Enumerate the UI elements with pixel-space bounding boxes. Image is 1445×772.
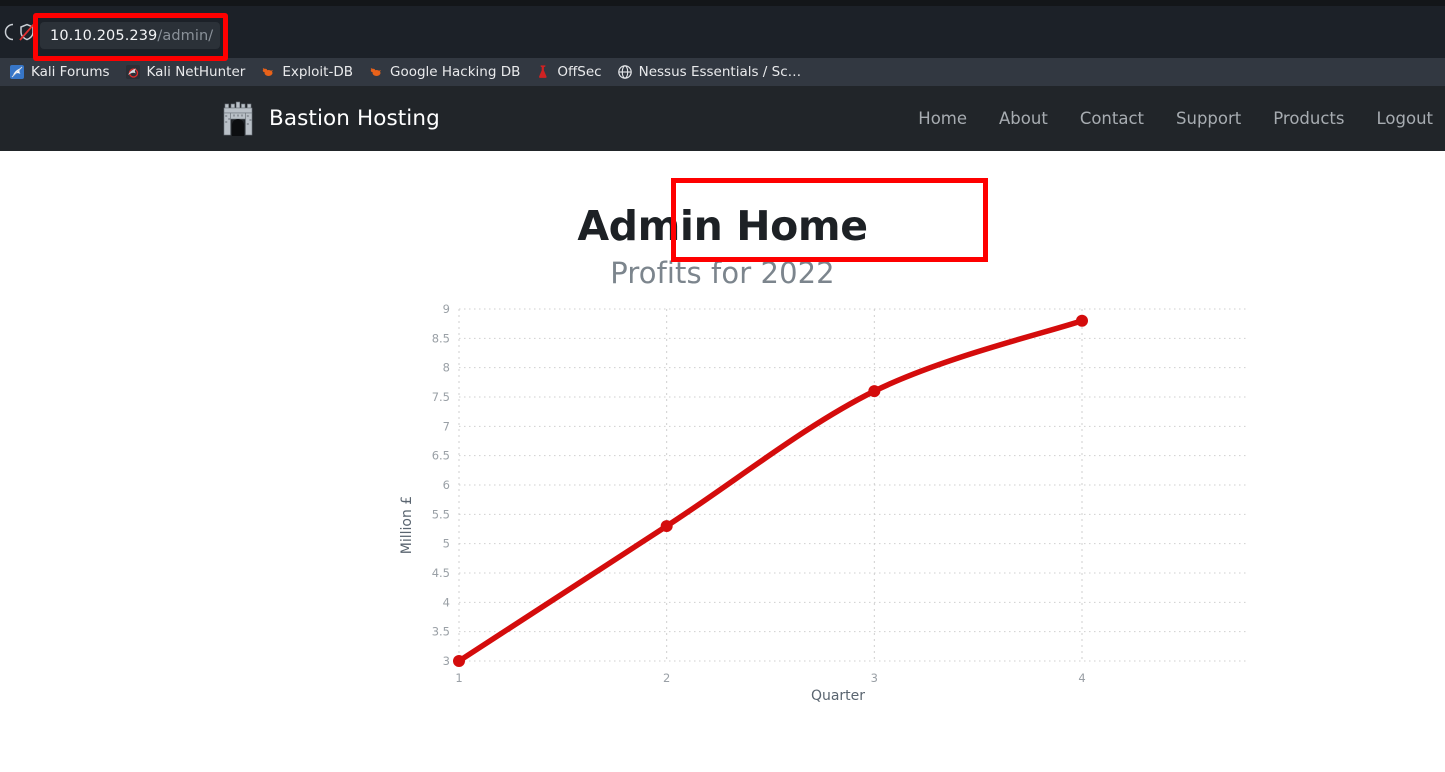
nav-link-about[interactable]: About (983, 109, 1064, 128)
chart-data-point (1076, 315, 1088, 327)
brand[interactable]: Bastion Hosting (221, 100, 440, 138)
bookmark-kali-nethunter[interactable]: Kali NetHunter (125, 61, 254, 83)
y-tick-label: 4.5 (432, 566, 450, 580)
bookmark-label: Kali Forums (31, 64, 110, 80)
url-host: 10.10.205.239 (50, 28, 157, 44)
y-tick-label: 3 (443, 654, 450, 668)
nav-link-home[interactable]: Home (902, 109, 983, 128)
shield-slash-icon[interactable] (16, 21, 38, 43)
y-tick-label: 9 (443, 302, 450, 316)
bookmark-label: Nessus Essentials / Sc… (639, 64, 802, 80)
navigation-toolbar: 10.10.205.239/admin/ (0, 6, 1445, 58)
x-tick-label: 2 (663, 671, 670, 685)
y-tick-label: 5.5 (432, 507, 450, 521)
chart-data-point (453, 655, 465, 667)
chart-data-point (661, 520, 673, 532)
nav-link-contact[interactable]: Contact (1064, 109, 1160, 128)
page-subtitle: Profits for 2022 (0, 256, 1445, 290)
nav-link-support[interactable]: Support (1160, 109, 1257, 128)
chart-y-tick-labels: 3 3.5 4 4.5 5 5.5 6 6.5 7 7.5 8 8.5 9 (432, 302, 450, 668)
offsec-flask-icon (535, 64, 551, 80)
bookmark-exploit-db[interactable]: Exploit-DB (260, 61, 361, 83)
bookmark-label: Exploit-DB (282, 64, 353, 80)
nav-link-logout[interactable]: Logout (1361, 109, 1445, 128)
bookmark-label: Kali NetHunter (147, 64, 246, 80)
kali-dragon-icon (9, 64, 25, 80)
y-tick-label: 4 (443, 595, 450, 609)
url-text: 10.10.205.239/admin/ (50, 28, 213, 44)
y-tick-label: 5 (443, 537, 450, 551)
x-tick-label: 1 (455, 671, 462, 685)
bookmark-label: OffSec (557, 64, 601, 80)
y-tick-label: 7 (443, 419, 450, 433)
browser-chrome: 10.10.205.239/admin/ Kali Forums (0, 0, 1445, 86)
y-tick-label: 6 (443, 478, 450, 492)
page-title: Admin Home (577, 206, 867, 247)
y-tick-label: 8 (443, 361, 450, 375)
google-hacking-db-bug-icon (368, 64, 384, 80)
bookmark-google-hacking-db[interactable]: Google Hacking DB (368, 61, 528, 83)
brand-name: Bastion Hosting (269, 106, 440, 131)
chart-gridlines (459, 309, 1247, 661)
chart-y-axis-title: Million £ (399, 496, 415, 554)
chart-data-point (868, 385, 880, 397)
x-tick-label: 3 (871, 671, 878, 685)
site-header: Bastion Hosting Home About Contact Suppo… (0, 86, 1445, 151)
url-path: /admin/ (157, 28, 213, 44)
profits-line-chart: 3 3.5 4 4.5 5 5.5 6 6.5 7 7.5 8 8.5 9 1 2 3 4 Million £… (395, 295, 1275, 715)
kali-nethunter-icon (125, 64, 141, 80)
bookmarks-bar: Kali Forums Kali NetHunter (0, 58, 1445, 86)
bookmark-nessus-essentials[interactable]: Nessus Essentials / Sc… (617, 61, 810, 83)
bookmark-offsec[interactable]: OffSec (535, 61, 609, 83)
nav-link-products[interactable]: Products (1257, 109, 1360, 128)
exploit-db-bug-icon (260, 64, 276, 80)
castle-icon (221, 100, 255, 138)
bookmark-kali-forums[interactable]: Kali Forums (9, 61, 118, 83)
chart-svg: 3 3.5 4 4.5 5 5.5 6 6.5 7 7.5 8 8.5 9 1 2 3 4 Million £… (395, 295, 1275, 715)
y-tick-label: 7.5 (432, 390, 450, 404)
chart-x-tick-labels: 1 2 3 4 (455, 671, 1085, 685)
main-content: Admin Home Profits for 2022 3 3.5 4 4.5 5 5.5… (0, 151, 1445, 772)
x-tick-label: 4 (1078, 671, 1085, 685)
y-tick-label: 3.5 (432, 625, 450, 639)
bookmark-label: Google Hacking DB (390, 64, 520, 80)
y-tick-label: 8.5 (432, 331, 450, 345)
chart-x-axis-title: Quarter (811, 688, 865, 704)
y-tick-label: 6.5 (432, 449, 450, 463)
site-navigation: Home About Contact Support Products Logo… (902, 109, 1445, 128)
chart-series-line (459, 321, 1082, 661)
globe-icon (617, 64, 633, 80)
url-bar[interactable]: 10.10.205.239/admin/ (40, 22, 220, 49)
